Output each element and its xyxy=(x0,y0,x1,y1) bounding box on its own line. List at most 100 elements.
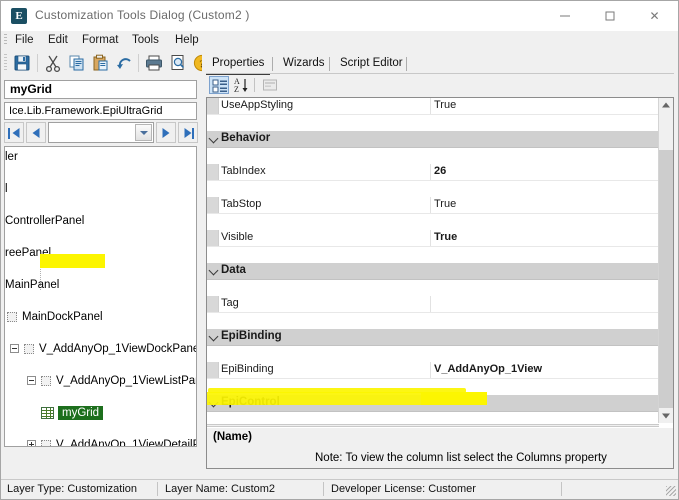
undo-icon[interactable] xyxy=(114,52,136,74)
status-divider-2 xyxy=(323,482,324,496)
property-category-epicontrol[interactable]: EpiControl xyxy=(207,395,659,412)
menu-edit[interactable]: Edit xyxy=(44,33,72,47)
property-row[interactable]: UseAppStyling True xyxy=(207,98,659,115)
tree-item-v-addanyop-1viewlistpanel1[interactable]: V_AddAnyOp_1ViewListPanel1 xyxy=(5,373,196,389)
categorized-view-button[interactable] xyxy=(209,76,229,94)
menu-tools[interactable]: Tools xyxy=(128,33,163,47)
status-layer-name: Layer Name: Custom2 xyxy=(165,483,276,495)
property-row[interactable]: Tag xyxy=(207,296,659,313)
property-category-epibinding[interactable]: EpiBinding xyxy=(207,329,659,346)
property-grid-toolbar: A Z xyxy=(207,76,673,95)
svg-text:Z: Z xyxy=(234,85,239,94)
toolbar-separator-1 xyxy=(37,54,38,72)
tree-item-ler[interactable]: ler xyxy=(5,149,196,165)
scrollbar-thumb[interactable] xyxy=(659,150,673,408)
grid-icon xyxy=(41,407,54,419)
tree-item-main-dock-panel[interactable]: MainDockPanel xyxy=(5,309,196,325)
selected-control-type: Ice.Lib.Framework.EpiUltraGrid xyxy=(4,102,197,120)
chevron-down-icon[interactable] xyxy=(208,331,219,342)
chevron-down-icon[interactable] xyxy=(208,265,219,276)
property-grid-scrollbar[interactable] xyxy=(658,98,673,423)
close-button[interactable]: ✕ xyxy=(632,1,677,30)
status-divider-1 xyxy=(157,482,158,496)
control-tree-pane: myGrid Ice.Lib.Framework.EpiUltraGrid le… xyxy=(1,77,202,479)
property-grid-splitter[interactable] xyxy=(207,424,659,427)
chevron-down-icon[interactable] xyxy=(208,397,219,408)
tab-script-editor[interactable]: Script Editor xyxy=(334,55,409,73)
title-bar: E Customization Tools Dialog (Custom2 ) … xyxy=(1,1,678,32)
record-combo-box[interactable] xyxy=(48,122,154,143)
tree-item-l[interactable]: l xyxy=(5,181,196,197)
status-developer-license: Developer License: Customer xyxy=(331,483,476,495)
property-pages-button[interactable] xyxy=(260,76,280,94)
status-divider-3 xyxy=(561,482,562,496)
property-toolbar-separator xyxy=(254,78,255,92)
control-tree[interactable]: ler l ControllerPanel reePanel MainPanel… xyxy=(4,146,197,447)
tab-divider-2 xyxy=(329,57,330,71)
panel-icon xyxy=(7,312,17,322)
scroll-down-button[interactable] xyxy=(659,409,673,423)
tree-item-main-panel[interactable]: MainPanel xyxy=(5,277,196,293)
property-help-note: Note: To view the column list select the… xyxy=(315,452,607,464)
selected-control-name: myGrid xyxy=(4,80,197,99)
print-preview-icon[interactable] xyxy=(167,52,189,74)
tab-wizards[interactable]: Wizards xyxy=(277,55,331,73)
tab-divider-3 xyxy=(406,57,407,71)
scroll-up-button[interactable] xyxy=(659,98,673,112)
panel-icon xyxy=(41,440,51,446)
property-category-data[interactable]: Data xyxy=(207,263,659,280)
panel-icon xyxy=(41,376,51,386)
tree-item-mygrid[interactable]: myGrid xyxy=(5,405,196,421)
window-title: Customization Tools Dialog (Custom2 ) xyxy=(35,8,250,22)
cut-icon[interactable] xyxy=(42,52,64,74)
tree-expander-minus-icon[interactable] xyxy=(10,344,19,353)
tree-item-v-addanyop-1viewdockpanel1[interactable]: V_AddAnyOp_1ViewDockPanel1 xyxy=(5,341,196,357)
status-bar: Layer Type: Customization Layer Name: Cu… xyxy=(1,479,678,498)
tree-item-tree-panel[interactable]: reePanel xyxy=(5,245,196,261)
minimize-button[interactable] xyxy=(542,1,587,30)
property-grid[interactable]: UseAppStyling True Behavior TabIndex 26 … xyxy=(206,97,674,469)
next-record-button[interactable] xyxy=(156,122,176,143)
first-record-button[interactable] xyxy=(4,122,24,143)
menu-file[interactable]: File xyxy=(11,33,38,47)
last-record-button[interactable] xyxy=(178,122,198,143)
paste-icon[interactable] xyxy=(90,52,112,74)
property-help-title: (Name) xyxy=(213,431,252,443)
property-help-panel: (Name) Note: To view the column list sel… xyxy=(207,428,673,468)
epicor-app-icon: E xyxy=(11,8,27,24)
maximize-button[interactable] xyxy=(587,1,632,30)
print-icon[interactable] xyxy=(143,52,165,74)
tree-expander-minus-icon[interactable] xyxy=(27,376,36,385)
property-row[interactable]: TabIndex 26 xyxy=(207,164,659,181)
tree-item-controller-panel[interactable]: ControllerPanel xyxy=(5,213,196,229)
tab-strip: Properties Wizards Script Editor xyxy=(202,55,678,75)
property-row[interactable]: Visible True xyxy=(207,230,659,247)
tree-expander-plus-icon[interactable] xyxy=(27,440,36,446)
properties-pane: Properties Wizards Script Editor A Z Use… xyxy=(202,49,678,479)
chevron-down-icon[interactable] xyxy=(208,133,219,144)
tree-item-v-addanyop-1viewdetailpan[interactable]: V_AddAnyOp_1ViewDetailPan xyxy=(5,437,196,446)
copy-icon[interactable] xyxy=(66,52,88,74)
row-gutter xyxy=(207,98,219,114)
customization-tools-dialog: E Customization Tools Dialog (Custom2 ) … xyxy=(0,0,679,500)
property-category-behavior[interactable]: Behavior xyxy=(207,131,659,148)
property-grid-rows: UseAppStyling True Behavior TabIndex 26 … xyxy=(207,98,659,423)
tab-underline xyxy=(206,73,674,74)
record-navigator xyxy=(4,122,198,143)
previous-record-button[interactable] xyxy=(26,122,46,143)
property-row[interactable]: EpiBinding V_AddAnyOp_1View xyxy=(207,362,659,379)
tab-properties[interactable]: Properties xyxy=(206,55,271,75)
property-row[interactable]: TabStop True xyxy=(207,197,659,214)
menu-help[interactable]: Help xyxy=(171,33,203,47)
status-layer-type: Layer Type: Customization xyxy=(7,483,138,495)
save-icon[interactable] xyxy=(11,52,33,74)
toolbar-separator-2 xyxy=(138,54,139,72)
resize-grip[interactable] xyxy=(666,486,676,496)
menu-bar: File Edit Format Tools Help xyxy=(1,31,678,49)
panel-icon xyxy=(24,344,34,354)
chevron-down-icon[interactable] xyxy=(135,124,152,141)
tree-item-mygrid-label: myGrid xyxy=(58,406,104,420)
alphabetical-sort-button[interactable]: A Z xyxy=(231,76,251,94)
tab-divider-1 xyxy=(272,57,273,71)
menu-format[interactable]: Format xyxy=(78,33,122,47)
